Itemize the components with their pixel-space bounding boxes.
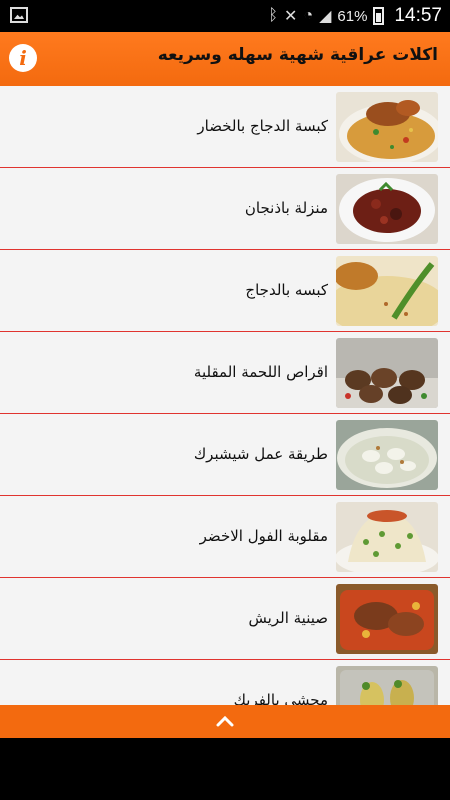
list-item[interactable]: محشي بالفريك [0, 660, 450, 705]
list-item[interactable]: كبسة الدجاج بالخضار [0, 86, 450, 168]
list-item[interactable]: مقلوبة الفول الاخضر [0, 496, 450, 578]
recipe-thumbnail [336, 338, 438, 408]
system-nav-bar [0, 738, 450, 800]
app-title: اكلات عراقية شهية سهله وسريعه [157, 45, 438, 65]
recipe-thumbnail [336, 92, 438, 162]
item-label: منزلة باذنجان [244, 199, 328, 217]
battery-percentage: 61% [337, 7, 368, 25]
clock: 14:57 [394, 5, 442, 26]
bottom-bar [0, 705, 450, 738]
signal-icon: ◢ [319, 8, 332, 25]
info-icon[interactable]: i [9, 44, 37, 72]
status-icons: ᛒ ✕ ◔ ◢ 61% 14:57 [268, 0, 442, 32]
recipe-list[interactable]: كبسة الدجاج بالخضار منزلة باذنجان كبسه ب… [0, 86, 450, 705]
bluetooth-icon: ᛒ [268, 7, 279, 24]
list-item[interactable]: اقراص اللحمة المقلية [0, 332, 450, 414]
battery-icon [373, 7, 385, 25]
item-label: كبسة الدجاج بالخضار [197, 117, 328, 135]
recipe-thumbnail [336, 420, 438, 490]
list-item[interactable]: طريقة عمل شيشبرك [0, 414, 450, 496]
recipe-thumbnail [336, 584, 438, 654]
wifi-icon: ◔ [303, 7, 314, 24]
app-bar: i اكلات عراقية شهية سهله وسريعه [0, 32, 450, 86]
recipe-thumbnail [336, 256, 438, 326]
item-label: اقراص اللحمة المقلية [193, 363, 328, 381]
item-label: كبسه بالدجاج [245, 281, 328, 299]
recipe-thumbnail [336, 666, 438, 705]
chevron-up-icon[interactable] [215, 714, 235, 728]
recipe-thumbnail [336, 502, 438, 572]
list-item[interactable]: كبسه بالدجاج [0, 250, 450, 332]
gallery-icon [10, 7, 28, 23]
item-label: محشي بالفريك [233, 691, 328, 705]
item-label: صينية الريش [248, 609, 328, 627]
mute-icon: ✕ [284, 8, 298, 25]
list-item[interactable]: منزلة باذنجان [0, 168, 450, 250]
status-bar: ᛒ ✕ ◔ ◢ 61% 14:57 [0, 0, 450, 32]
list-item[interactable]: صينية الريش [0, 578, 450, 660]
item-label: طريقة عمل شيشبرك [193, 445, 328, 463]
item-label: مقلوبة الفول الاخضر [199, 527, 328, 545]
recipe-thumbnail [336, 174, 438, 244]
